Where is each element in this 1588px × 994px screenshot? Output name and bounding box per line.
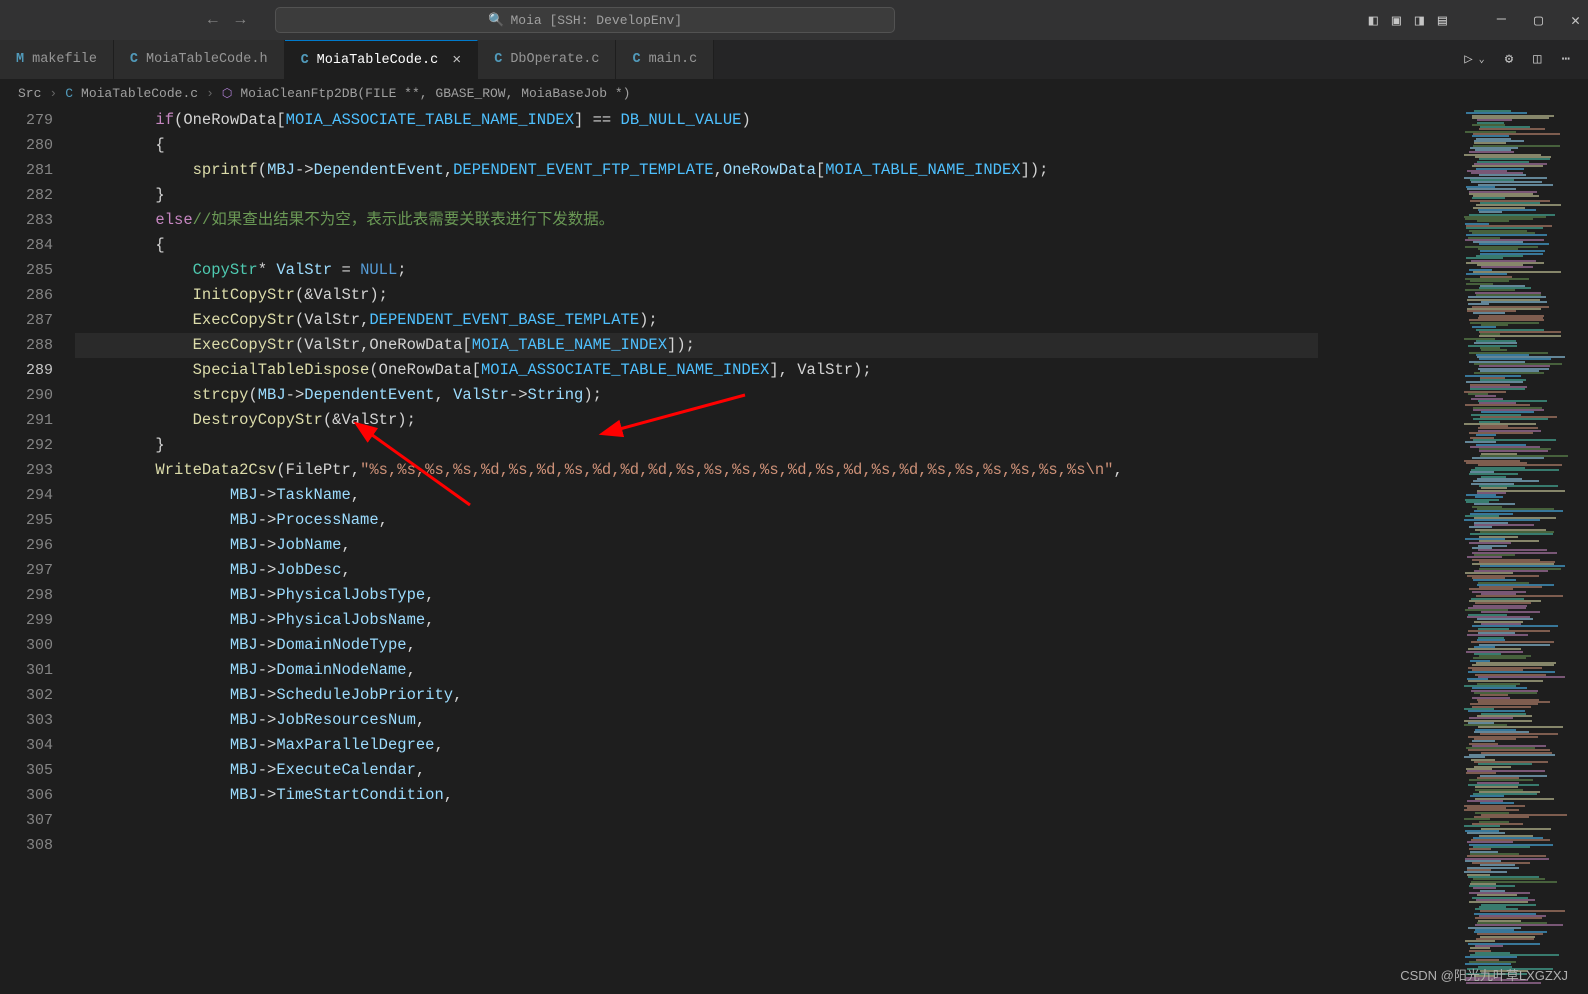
tab-label: makefile bbox=[32, 52, 97, 67]
split-editor-icon[interactable]: ◫ bbox=[1533, 51, 1541, 68]
file-icon: C bbox=[65, 86, 73, 101]
tab-label: DbOperate.c bbox=[510, 52, 599, 67]
tab-main-c[interactable]: Cmain.c bbox=[616, 40, 714, 79]
breadcrumb-symbol[interactable]: MoiaCleanFtp2DB(FILE **, GBASE_ROW, Moia… bbox=[240, 86, 630, 101]
tab-DbOperate-c[interactable]: C DbOperate.c bbox=[478, 40, 616, 79]
chevron-right-icon: › bbox=[206, 86, 214, 101]
tabs-bar: Mmakefile C MoiaTableCode.h C MoiaTableCode.… bbox=[0, 40, 1588, 80]
settings-icon[interactable]: ⚙ bbox=[1505, 51, 1513, 68]
code-area[interactable]: if(OneRowData[MOIA_ASSOCIATE_TABLE_NAME_… bbox=[75, 106, 1458, 994]
titlebar: ← → 🔍 Moia [SSH: DevelopEnv] ◧ ▣ ◨ ▤ — ▢… bbox=[0, 0, 1588, 40]
toggle-secondary-sidebar-icon[interactable]: ◨ bbox=[1415, 11, 1424, 30]
file-icon: C bbox=[632, 52, 640, 67]
editor: 2792802812822832842852862872882892902912… bbox=[0, 106, 1588, 994]
file-icon: C bbox=[301, 53, 309, 68]
search-text: Moia [SSH: DevelopEnv] bbox=[510, 13, 682, 28]
watermark: CSDN @阳光九叶草LXGZXJ bbox=[1400, 965, 1568, 984]
layout-icons: ◧ ▣ ◨ ▤ bbox=[1369, 11, 1447, 30]
tab-MoiaTableCode-h[interactable]: C MoiaTableCode.h bbox=[114, 40, 285, 79]
toggle-primary-sidebar-icon[interactable]: ◧ bbox=[1369, 11, 1378, 30]
run-icon[interactable]: ▷ bbox=[1464, 51, 1472, 68]
file-icon: C bbox=[494, 52, 502, 67]
window-controls: — ▢ ✕ bbox=[1497, 11, 1580, 30]
run-dropdown-icon[interactable]: ⌄ bbox=[1479, 54, 1485, 66]
tab-MoiaTableCode-c[interactable]: C MoiaTableCode.c × bbox=[285, 40, 479, 79]
tab-label: MoiaTableCode.h bbox=[146, 52, 268, 67]
tab-makefile[interactable]: Mmakefile bbox=[0, 40, 114, 79]
customize-layout-icon[interactable]: ▤ bbox=[1438, 11, 1447, 30]
line-gutter: 2792802812822832842852862872882892902912… bbox=[0, 106, 75, 994]
minimize-icon[interactable]: — bbox=[1497, 11, 1506, 30]
search-icon: 🔍 bbox=[488, 13, 504, 28]
breadcrumb-file[interactable]: MoiaTableCode.c bbox=[81, 86, 198, 101]
breadcrumb[interactable]: Src › C MoiaTableCode.c › ⬡ MoiaCleanFtp… bbox=[0, 80, 1588, 106]
symbol-method-icon: ⬡ bbox=[222, 86, 232, 101]
more-actions-icon[interactable]: ⋯ bbox=[1562, 51, 1570, 68]
breadcrumb-folder[interactable]: Src bbox=[18, 86, 41, 101]
minimap[interactable] bbox=[1458, 106, 1588, 994]
file-icon: C bbox=[130, 52, 138, 67]
maximize-icon[interactable]: ▢ bbox=[1534, 11, 1543, 30]
search-input[interactable]: 🔍 Moia [SSH: DevelopEnv] bbox=[275, 7, 895, 33]
toggle-panel-icon[interactable]: ▣ bbox=[1392, 11, 1401, 30]
tab-actions: ▷ ⌄ ⚙ ◫ ⋯ bbox=[1464, 40, 1588, 79]
file-icon: M bbox=[16, 52, 24, 67]
tab-label: MoiaTableCode.c bbox=[317, 53, 439, 68]
chevron-right-icon: › bbox=[49, 86, 57, 101]
nav-back-icon[interactable]: ← bbox=[208, 11, 218, 29]
tab-label: main.c bbox=[649, 52, 698, 67]
close-icon[interactable]: ✕ bbox=[1571, 11, 1580, 30]
nav-forward-icon[interactable]: → bbox=[236, 11, 246, 29]
close-icon[interactable]: × bbox=[452, 52, 461, 69]
